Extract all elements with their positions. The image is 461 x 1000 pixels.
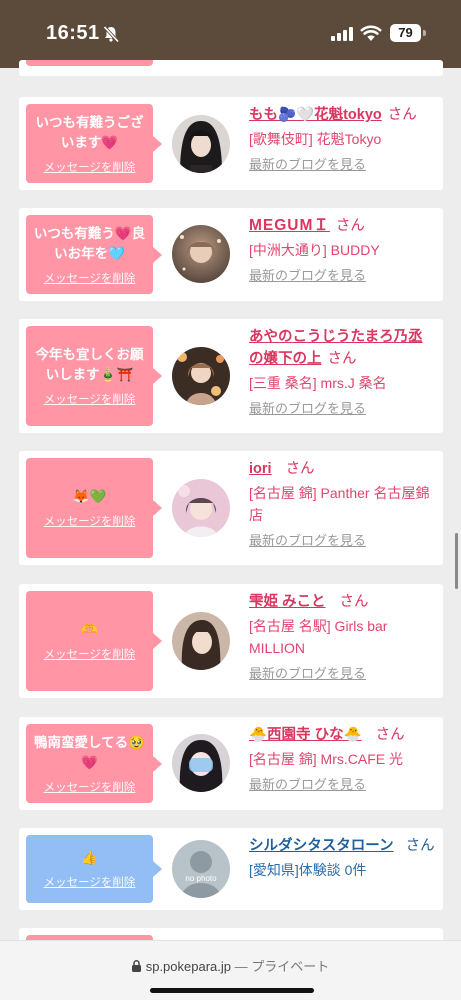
shop-label: [名古屋 錦] Panther 名古屋錦店 <box>249 485 430 523</box>
delete-message-link[interactable]: メッセージを削除 <box>44 391 136 407</box>
honorific: さん <box>405 838 435 854</box>
avatar[interactable] <box>172 225 230 283</box>
message-text: 👍 <box>81 850 98 865</box>
signal-icon <box>331 27 353 41</box>
battery-indicator: 79 <box>390 24 421 42</box>
list-item: いつも有難うございます💗 メッセージを削除 もも🫐🤍花魁tokyo さん [歌舞伎… <box>19 97 443 190</box>
user-info: iori さん [名古屋 錦] Panther 名古屋錦店 最新のブログを見る <box>249 458 437 550</box>
home-indicator[interactable] <box>150 988 314 993</box>
blog-link[interactable]: 最新のブログを見る <box>249 532 437 550</box>
avatar[interactable]: no photo <box>172 840 230 898</box>
bell-off-icon <box>103 25 120 43</box>
scrollbar-thumb[interactable] <box>455 533 458 589</box>
message-text: 🦊💚 <box>72 489 107 504</box>
url-text[interactable]: sp.pokepara.jp — プライベート <box>0 956 461 975</box>
delete-message-link[interactable]: メッセージを削除 <box>44 646 136 662</box>
honorific: さん <box>339 594 369 610</box>
list-item: 🦊💚 メッセージを削除 iori さん [名古屋 錦] Panther 名古屋錦店… <box>19 451 443 565</box>
honorific: さん <box>387 107 417 123</box>
avatar[interactable] <box>172 734 230 792</box>
shop-label: [名古屋 錦] Mrs.CAFE 光 <box>249 751 403 767</box>
message-text: 今年も宜しくお願いします🎍⛩️ <box>35 347 144 382</box>
avatar[interactable] <box>172 612 230 670</box>
blog-link[interactable]: 最新のブログを見る <box>249 267 437 285</box>
message-bubble: 👍 メッセージを削除 <box>26 835 162 903</box>
message-text: 鴨南蛮愛してる🥹💗 <box>34 734 145 770</box>
shop-label: [名古屋 名駅] Girls bar MILLION <box>249 618 388 656</box>
user-info: もも🫐🤍花魁tokyo さん [歌舞伎町] 花魁Tokyo 最新のブログを見る <box>249 104 437 174</box>
user-info: あやのこうじうたまろ乃丞の嬢下の上 さん [三重 桑名] mrs.J 桑名 最新の… <box>249 326 437 418</box>
delete-message-link[interactable]: メッセージを削除 <box>44 270 136 286</box>
message-text: 🫶 <box>81 622 98 637</box>
shop-label: [中洲大通り] BUDDY <box>249 242 380 258</box>
battery-tip <box>423 30 426 36</box>
message-text: いつも有難う💗良いお年を🩵 <box>33 225 146 261</box>
private-mode-label: プライベート <box>251 959 330 974</box>
avatar[interactable] <box>172 479 230 537</box>
avatar[interactable] <box>172 347 230 405</box>
url-domain: sp.pokepara.jp <box>145 959 231 974</box>
shop-label: [三重 桑名] mrs.J 桑名 <box>249 375 387 391</box>
lock-icon <box>131 960 141 972</box>
delete-message-link[interactable]: メッセージを削除 <box>44 159 136 175</box>
user-name-link[interactable]: シルダシタスタローン <box>249 838 394 854</box>
blog-link[interactable]: 最新のブログを見る <box>249 776 437 794</box>
list-item: いつも有難う💗良いお年を🩵 メッセージを削除 MEGUMＩ さん [中洲大通り] … <box>19 208 443 301</box>
message-text: いつも有難うございます💗 <box>35 114 144 150</box>
blog-link[interactable]: 最新のブログを見る <box>249 665 437 683</box>
user-info: シルダシタスタローン さん [愛知県]体験談 0件 <box>249 835 437 881</box>
message-bubble: 今年も宜しくお願いします🎍⛩️ メッセージを削除 <box>26 326 162 426</box>
honorific: さん <box>335 218 365 234</box>
list-item: 🫶 メッセージを削除 雫姫 みこと さん [名古屋 名駅] Girls bar M… <box>19 584 443 698</box>
list-item: 👍 メッセージを削除 no photo シルダシタスタローン さん [愛知県]体験… <box>19 828 443 910</box>
wifi-icon <box>360 25 382 41</box>
list-item-partial-top <box>19 60 443 76</box>
url-separator: — <box>234 959 248 974</box>
message-bubble: 🦊💚 メッセージを削除 <box>26 458 162 558</box>
status-time: 16:51 <box>46 22 100 44</box>
user-name-link[interactable]: もも🫐🤍花魁tokyo <box>249 107 382 123</box>
delete-message-link[interactable]: メッセージを削除 <box>44 779 136 795</box>
message-bubble: 🫶 メッセージを削除 <box>26 591 162 691</box>
honorific: さん <box>285 461 315 477</box>
avatar[interactable] <box>172 115 230 173</box>
list-item: 今年も宜しくお願いします🎍⛩️ メッセージを削除 あやのこうじうたまろ乃丞の嬢下… <box>19 319 443 433</box>
list-item: 鴨南蛮愛してる🥹💗 メッセージを削除 🐣西園寺 ひな🐣 さん [名古屋 錦] Mr… <box>19 717 443 810</box>
shop-label: [愛知県]体験談 0件 <box>249 862 367 878</box>
blog-link[interactable]: 最新のブログを見る <box>249 400 437 418</box>
message-bubble: いつも有難う💗良いお年を🩵 メッセージを削除 <box>26 215 162 294</box>
blog-link[interactable]: 最新のブログを見る <box>249 156 437 174</box>
message-bubble: いつも有難うございます💗 メッセージを削除 <box>26 104 162 183</box>
browser-url-bar[interactable]: sp.pokepara.jp — プライベート <box>0 940 461 1000</box>
user-info: MEGUMＩ さん [中洲大通り] BUDDY 最新のブログを見る <box>249 215 437 285</box>
delete-message-link[interactable]: メッセージを削除 <box>44 874 136 890</box>
user-info: 雫姫 みこと さん [名古屋 名駅] Girls bar MILLION 最新のブ… <box>249 591 437 683</box>
message-bubble-partial <box>26 60 153 66</box>
message-bubble: 鴨南蛮愛してる🥹💗 メッセージを削除 <box>26 724 162 803</box>
status-bar: 16:51 79 <box>0 0 461 68</box>
user-name-link[interactable]: 雫姫 みこと <box>249 594 326 610</box>
user-name-link[interactable]: MEGUMＩ <box>249 217 330 234</box>
user-name-link[interactable]: 🐣西園寺 ひな🐣 <box>249 727 362 743</box>
honorific: さん <box>375 727 405 743</box>
delete-message-link[interactable]: メッセージを削除 <box>44 513 136 529</box>
user-info: 🐣西園寺 ひな🐣 さん [名古屋 錦] Mrs.CAFE 光 最新のブログを見る <box>249 724 437 794</box>
no-photo-caption: no photo <box>185 874 217 883</box>
user-name-link[interactable]: iori <box>249 461 272 477</box>
shop-label: [歌舞伎町] 花魁Tokyo <box>249 131 382 147</box>
honorific: さん <box>327 351 357 367</box>
